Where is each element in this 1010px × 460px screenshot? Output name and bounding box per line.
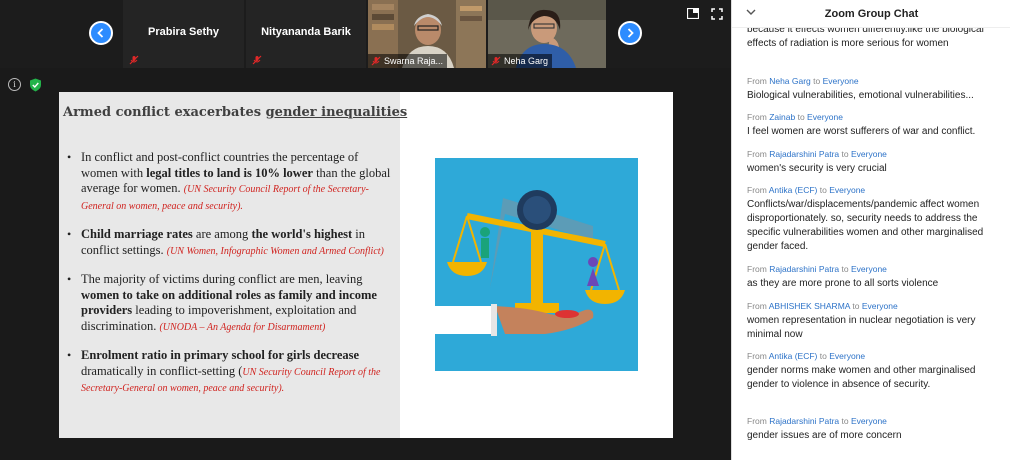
slide-bullet: Child marriage rates are among the world…	[67, 227, 397, 259]
shared-slide: Armed conflict exacerbates gender inequa…	[59, 92, 673, 438]
muted-mic-icon	[491, 56, 501, 66]
message-text: Conflicts/war/displacements/pandemic aff…	[747, 199, 984, 252]
participant-strip: Prabira Sethy Nityananda Barik Swarna Ra…	[0, 0, 731, 68]
recipient-name[interactable]: Everyone	[829, 351, 865, 361]
view-layout-icon[interactable]	[687, 8, 699, 19]
chat-header: Zoom Group Chat	[732, 0, 1010, 28]
sender-name[interactable]: Rajadarshini Patra	[769, 264, 839, 274]
slide-title: Armed conflict exacerbates gender inequa…	[63, 105, 408, 120]
recipient-name[interactable]: Everyone	[829, 185, 865, 195]
chat-message: From Neha Garg to Everyone Biological vu…	[747, 76, 999, 103]
recipient-name[interactable]: Everyone	[862, 301, 898, 311]
recipient-name[interactable]: Everyone	[851, 149, 887, 159]
chat-message: because it effects women differently.lik…	[747, 28, 999, 51]
sender-name[interactable]: Neha Garg	[769, 76, 811, 86]
sender-name[interactable]: Rajadarshini Patra	[769, 416, 839, 426]
chevron-left-icon	[97, 28, 104, 38]
message-sender-line: From Antika (ECF) to Everyone	[747, 351, 866, 361]
message-sender-line: From Neha Garg to Everyone	[747, 76, 859, 86]
participant-video-label: Swarna Raja...	[368, 54, 448, 68]
recipient-name[interactable]: Everyone	[807, 112, 843, 122]
participant-name: Prabira Sethy	[148, 26, 219, 38]
message-text: because it effects women differently.lik…	[747, 28, 984, 49]
zoom-window: Prabira Sethy Nityananda Barik Swarna Ra…	[0, 0, 1010, 460]
slide-bullet-list: In conflict and post-conflict countries …	[67, 150, 397, 410]
encryption-shield-icon[interactable]	[29, 78, 42, 92]
message-text: Biological vulnerabilities, emotional vu…	[747, 90, 974, 101]
participant-video-label: Neha Garg	[488, 54, 553, 68]
video-area: Prabira Sethy Nityananda Barik Swarna Ra…	[0, 0, 731, 460]
slide-bullet: In conflict and post-conflict countries …	[67, 150, 397, 214]
slide-bullet: The majority of victims during conflict …	[67, 272, 397, 335]
slide-bullet: Enrolment ratio in primary school for gi…	[67, 348, 397, 397]
sender-name[interactable]: Antika (ECF)	[769, 351, 818, 361]
message-text: as they are more prone to all sorts viol…	[747, 278, 939, 289]
sender-name[interactable]: ABHISHEK SHARMA	[769, 301, 850, 311]
chat-message: From ABHISHEK SHARMA to Everyone women r…	[747, 301, 999, 342]
chat-message-list[interactable]: because it effects women differently.lik…	[732, 28, 1010, 460]
gender-scale-illustration	[435, 158, 638, 371]
message-sender-line: From Rajadarshini Patra to Everyone	[747, 149, 887, 159]
sender-name[interactable]: Antika (ECF)	[769, 185, 818, 195]
slide-text-panel: Armed conflict exacerbates gender inequa…	[59, 92, 407, 438]
muted-mic-icon	[252, 55, 262, 65]
prev-page-button[interactable]	[89, 21, 113, 45]
message-text: women's security is very crucial	[747, 163, 887, 174]
muted-mic-icon	[371, 56, 381, 66]
chat-message: From Rajadarshini Patra to Everyone gend…	[747, 416, 999, 443]
message-text: gender norms make women and other margin…	[747, 365, 976, 390]
chat-title: Zoom Group Chat	[824, 8, 919, 20]
citation: (UN Women, Infographic Women and Armed C…	[166, 245, 384, 257]
message-sender-line: From Antika (ECF) to Everyone	[747, 185, 866, 195]
citation: (UNODA – An Agenda for Disarmament)	[159, 321, 326, 333]
meeting-status-icons: i	[8, 78, 42, 92]
message-sender-line: From Rajadarshini Patra to Everyone	[747, 264, 887, 274]
participant-tile-1[interactable]: Prabira Sethy	[123, 0, 244, 68]
recipient-name[interactable]: Everyone	[823, 76, 859, 86]
participant-name: Nityananda Barik	[261, 26, 351, 38]
chat-panel: Zoom Group Chat because it effects women…	[731, 0, 1010, 460]
next-page-button[interactable]	[618, 21, 642, 45]
participant-name: Neha Garg	[504, 56, 549, 66]
chat-message: From Rajadarshini Patra to Everyone as t…	[747, 264, 999, 291]
chat-message: From Antika (ECF) to Everyone gender nor…	[747, 351, 999, 392]
participant-video-2[interactable]: Neha Garg	[488, 0, 606, 68]
participant-video-1[interactable]: Swarna Raja...	[368, 0, 486, 68]
chat-message: From Rajadarshini Patra to Everyone wome…	[747, 149, 999, 176]
message-text: women representation in nuclear negotiat…	[747, 315, 976, 340]
sender-name[interactable]: Zainab	[769, 112, 795, 122]
participant-tile-2[interactable]: Nityananda Barik	[246, 0, 366, 68]
info-icon[interactable]: i	[8, 78, 21, 91]
chevron-right-icon	[627, 28, 634, 38]
message-text: I feel women are worst sufferers of war …	[747, 126, 976, 137]
message-sender-line: From ABHISHEK SHARMA to Everyone	[747, 301, 898, 311]
message-text: gender issues are of more concern	[747, 430, 902, 441]
message-sender-line: From Zainab to Everyone	[747, 112, 843, 122]
recipient-name[interactable]: Everyone	[851, 264, 887, 274]
chat-message: From Antika (ECF) to Everyone Conflicts/…	[747, 185, 999, 254]
view-controls	[687, 8, 723, 20]
message-sender-line: From Rajadarshini Patra to Everyone	[747, 416, 887, 426]
recipient-name[interactable]: Everyone	[851, 416, 887, 426]
chat-message: From Zainab to Everyone I feel women are…	[747, 112, 999, 139]
fullscreen-icon[interactable]	[711, 8, 723, 20]
muted-mic-icon	[129, 55, 139, 65]
sender-name[interactable]: Rajadarshini Patra	[769, 149, 839, 159]
participant-name: Swarna Raja...	[384, 56, 444, 66]
